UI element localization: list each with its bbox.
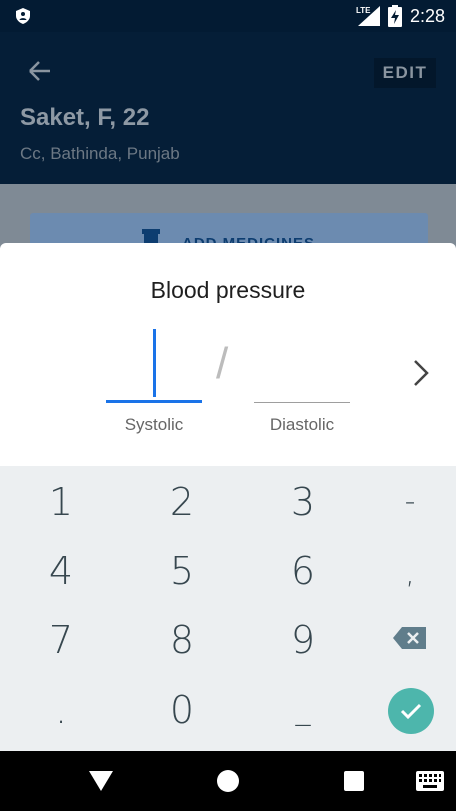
numeric-keyboard: 1 2 3 - 4 5 6 , 7 8 9 . 0 _ bbox=[0, 466, 456, 751]
system-nav-bar bbox=[0, 751, 456, 811]
diastolic-label: Diastolic bbox=[269, 415, 335, 434]
systolic-input[interactable] bbox=[106, 329, 202, 403]
key-underscore[interactable]: _ bbox=[253, 678, 353, 742]
systolic-underline bbox=[106, 400, 202, 403]
systolic-label: Systolic bbox=[124, 415, 184, 434]
clock: 2:28 bbox=[410, 6, 446, 26]
patient-name: Saket, F, 22 bbox=[20, 104, 150, 131]
key-6[interactable]: 6 bbox=[253, 539, 353, 603]
backspace-icon[interactable] bbox=[392, 624, 428, 652]
key-0[interactable]: 0 bbox=[132, 678, 232, 742]
key-comma[interactable]: , bbox=[360, 542, 456, 606]
patient-location: Cc, Bathinda, Punjab bbox=[20, 144, 180, 163]
signal-icon bbox=[358, 6, 380, 26]
key-minus[interactable]: - bbox=[360, 470, 456, 534]
shield-icon bbox=[16, 8, 30, 24]
diastolic-underline bbox=[254, 402, 350, 403]
text-cursor bbox=[153, 329, 156, 397]
done-button[interactable] bbox=[388, 688, 434, 734]
key-1[interactable]: 1 bbox=[11, 470, 111, 534]
nav-back-icon[interactable] bbox=[88, 769, 114, 793]
arrow-left-icon[interactable] bbox=[22, 56, 58, 86]
key-5[interactable]: 5 bbox=[132, 539, 232, 603]
key-2[interactable]: 2 bbox=[132, 470, 232, 534]
blood-pressure-sheet: Blood pressure / Systolic Diastolic bbox=[0, 243, 456, 466]
key-8[interactable]: 8 bbox=[132, 608, 232, 672]
nav-home-icon[interactable] bbox=[217, 770, 239, 792]
key-3[interactable]: 3 bbox=[253, 470, 353, 534]
edit-button[interactable]: EDIT bbox=[374, 58, 436, 88]
app-header: EDIT Saket, F, 22 Cc, Bathinda, Punjab bbox=[0, 32, 456, 184]
check-icon bbox=[400, 703, 422, 720]
keyboard-switch-icon[interactable] bbox=[416, 771, 444, 791]
battery-charging-icon bbox=[388, 5, 402, 27]
bp-separator: / bbox=[216, 339, 229, 388]
chevron-right-icon[interactable] bbox=[400, 353, 440, 393]
nav-recents-icon[interactable] bbox=[344, 771, 364, 791]
sheet-title: Blood pressure bbox=[150, 277, 306, 303]
status-bar: LTE 2:28 bbox=[0, 0, 456, 32]
key-4[interactable]: 4 bbox=[11, 539, 111, 603]
key-period[interactable]: . bbox=[11, 678, 111, 742]
key-7[interactable]: 7 bbox=[11, 608, 111, 672]
key-9[interactable]: 9 bbox=[253, 608, 353, 672]
diastolic-input[interactable] bbox=[254, 329, 350, 403]
